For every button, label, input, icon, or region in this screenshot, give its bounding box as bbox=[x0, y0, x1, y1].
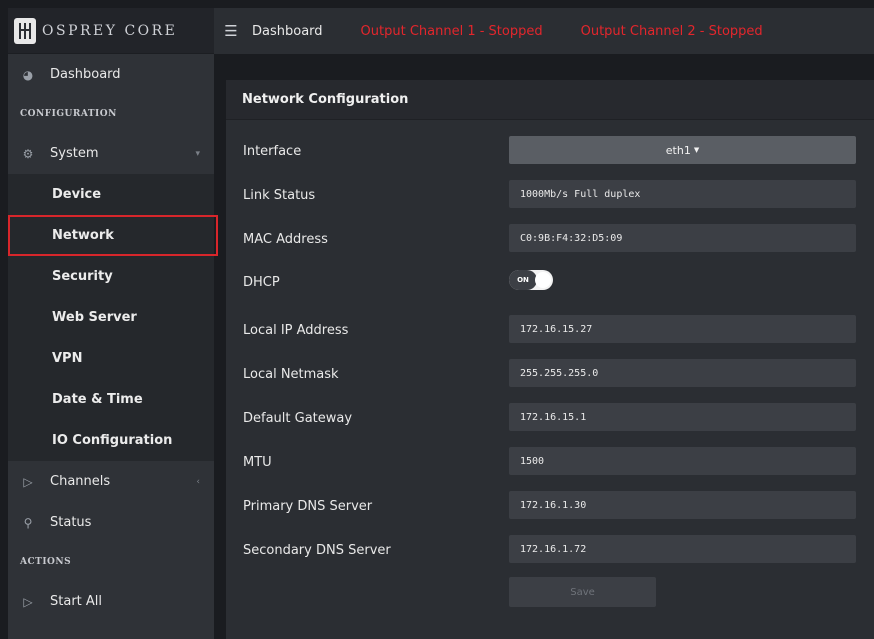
local-ip-input[interactable]: 172.16.15.27 bbox=[509, 315, 856, 343]
dhcp-label: DHCP bbox=[243, 275, 280, 290]
link-status-label: Link Status bbox=[243, 188, 316, 203]
sidebar-item-start-all[interactable]: ▷ Start All bbox=[8, 581, 214, 622]
chevron-down-icon: ▾ bbox=[195, 148, 200, 159]
sidebar-item-label: Date & Time bbox=[52, 392, 143, 407]
sidebar-item-label: Web Server bbox=[52, 310, 137, 325]
brand[interactable]: OSPREY CORE bbox=[8, 8, 214, 54]
toggle-knob bbox=[535, 272, 551, 288]
section-heading-actions: ACTIONS bbox=[20, 557, 72, 567]
system-submenu: Device Network Security Web Server VPN D… bbox=[8, 174, 218, 461]
local-ip-label: Local IP Address bbox=[243, 323, 349, 338]
sidebar-item-dashboard[interactable]: ◕ Dashboard bbox=[8, 54, 214, 95]
play-icon: ▷ bbox=[23, 594, 33, 609]
sidebar-item-label: System bbox=[50, 146, 99, 161]
mac-address-label: MAC Address bbox=[243, 232, 328, 247]
sidebar-item-label: Device bbox=[52, 187, 102, 202]
interface-label: Interface bbox=[243, 144, 302, 159]
mac-address-field: C0:9B:F4:32:D5:09 bbox=[509, 224, 856, 252]
sidebar-item-vpn[interactable]: VPN bbox=[8, 338, 214, 379]
app-root: OSPREY CORE ◕ Dashboard CONFIGURATION ⚙ … bbox=[0, 0, 874, 639]
primary-dns-label: Primary DNS Server bbox=[243, 499, 373, 514]
brand-logo-icon bbox=[14, 17, 36, 44]
gear-icon: ⚙ bbox=[22, 146, 34, 161]
sidebar-item-label: Start All bbox=[50, 594, 103, 609]
gauge-icon: ◕ bbox=[22, 67, 34, 82]
sidebar-item-io-configuration[interactable]: IO Configuration bbox=[8, 420, 214, 461]
dhcp-toggle[interactable]: ON bbox=[509, 270, 553, 290]
sidebar-item-system[interactable]: ⚙ System ▾ bbox=[8, 133, 214, 174]
sidebar-item-device[interactable]: Device bbox=[8, 174, 214, 215]
interface-select[interactable]: eth1 ▼ bbox=[509, 136, 856, 164]
section-heading-configuration: CONFIGURATION bbox=[20, 109, 117, 119]
mtu-label: MTU bbox=[243, 455, 272, 470]
local-netmask-label: Local Netmask bbox=[243, 367, 339, 382]
sidebar-item-label: VPN bbox=[52, 351, 83, 366]
search-icon: ⚲ bbox=[23, 515, 33, 530]
secondary-dns-input[interactable]: 172.16.1.72 bbox=[509, 535, 856, 563]
status-output-channel-2: Output Channel 2 - Stopped bbox=[580, 23, 763, 39]
panel-title: Network Configuration bbox=[226, 80, 874, 120]
default-gateway-label: Default Gateway bbox=[243, 411, 353, 426]
secondary-dns-label: Secondary DNS Server bbox=[243, 543, 391, 558]
sidebar-item-label: Network bbox=[52, 228, 114, 243]
mtu-input[interactable]: 1500 bbox=[509, 447, 856, 475]
sidebar-item-channels[interactable]: ▷ Channels ‹ bbox=[8, 461, 214, 502]
primary-dns-input[interactable]: 172.16.1.30 bbox=[509, 491, 856, 519]
link-status-field: 1000Mb/s Full duplex bbox=[509, 180, 856, 208]
sidebar-item-web-server[interactable]: Web Server bbox=[8, 297, 214, 338]
caret-down-icon: ▼ bbox=[693, 146, 700, 154]
breadcrumb[interactable]: Dashboard bbox=[252, 24, 323, 39]
video-icon: ▷ bbox=[23, 474, 33, 489]
status-output-channel-1: Output Channel 1 - Stopped bbox=[360, 23, 543, 39]
dhcp-toggle-state: ON bbox=[509, 270, 537, 290]
interface-value: eth1 bbox=[665, 143, 691, 157]
sidebar-item-network[interactable]: Network bbox=[8, 215, 218, 256]
save-button[interactable]: Save bbox=[509, 577, 656, 607]
sidebar-item-status[interactable]: ⚲ Status bbox=[8, 502, 214, 543]
sidebar-item-label: IO Configuration bbox=[52, 433, 173, 448]
sidebar-item-label: Security bbox=[52, 269, 113, 284]
sidebar-item-label: Dashboard bbox=[50, 67, 121, 82]
network-configuration-panel: Network Configuration Interface eth1 ▼ L… bbox=[226, 80, 874, 639]
brand-name: OSPREY CORE bbox=[42, 22, 178, 39]
sidebar-item-date-time[interactable]: Date & Time bbox=[8, 379, 214, 420]
top-bar: ☰ Dashboard Output Channel 1 - Stopped O… bbox=[214, 8, 874, 54]
sidebar-item-label: Status bbox=[50, 515, 92, 530]
hamburger-icon[interactable]: ☰ bbox=[214, 22, 248, 40]
chevron-left-icon: ‹ bbox=[196, 476, 200, 487]
sidebar-item-label: Channels bbox=[50, 474, 111, 489]
local-netmask-input[interactable]: 255.255.255.0 bbox=[509, 359, 856, 387]
sidebar: OSPREY CORE ◕ Dashboard CONFIGURATION ⚙ … bbox=[8, 8, 218, 639]
default-gateway-input[interactable]: 172.16.15.1 bbox=[509, 403, 856, 431]
sidebar-item-security[interactable]: Security bbox=[8, 256, 214, 297]
